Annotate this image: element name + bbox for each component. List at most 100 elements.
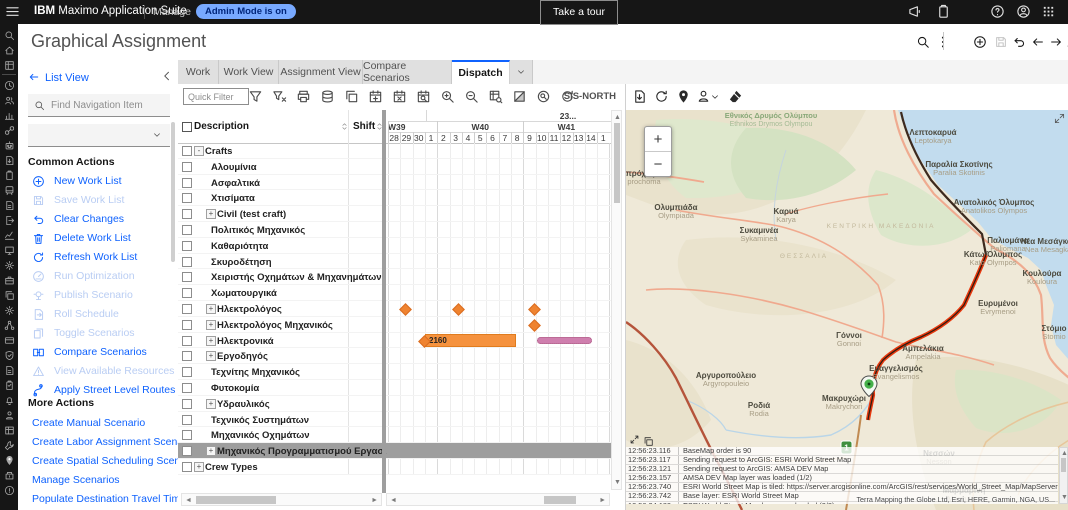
- row-checkbox[interactable]: [182, 351, 192, 361]
- clear-routes-icon[interactable]: [728, 89, 743, 104]
- admin-user-icon[interactable]: [4, 410, 15, 421]
- expand-toggle[interactable]: +: [206, 320, 216, 330]
- row-checkbox[interactable]: [182, 257, 192, 267]
- select-all-checkbox[interactable]: [182, 122, 192, 132]
- schedule-add-icon[interactable]: [368, 89, 383, 104]
- table-row[interactable]: Τεχνικός Συστημάτων: [178, 412, 611, 428]
- network-icon[interactable]: [4, 320, 15, 331]
- copy-log-icon[interactable]: [643, 436, 654, 447]
- task-icon[interactable]: [4, 380, 15, 391]
- tab-assignment-view[interactable]: Assignment View: [279, 60, 363, 84]
- data-stack-icon[interactable]: [320, 89, 335, 104]
- app-grid-icon[interactable]: [4, 60, 15, 71]
- table-row[interactable]: Ασφαλτικά: [178, 175, 611, 191]
- expand-toggle[interactable]: +: [206, 304, 216, 314]
- undo-icon[interactable]: [1012, 35, 1026, 49]
- table-row[interactable]: Χτισίματα: [178, 190, 611, 206]
- search-icon[interactable]: [4, 30, 15, 41]
- table-row[interactable]: Τεχνίτης Μηχανικός: [178, 364, 611, 380]
- row-checkbox[interactable]: [182, 367, 192, 377]
- shift-column-header[interactable]: Shift: [353, 121, 375, 132]
- shield-check-icon[interactable]: [4, 350, 15, 361]
- data-table-icon[interactable]: [4, 425, 15, 436]
- find-work-icon[interactable]: [536, 89, 551, 104]
- report-icon[interactable]: [4, 200, 15, 211]
- assignment-bar[interactable]: [537, 337, 592, 344]
- table-row[interactable]: Αλουμίνια: [178, 159, 611, 175]
- expand-toggle[interactable]: +: [206, 399, 216, 409]
- column-split-handle[interactable]: [382, 110, 386, 493]
- action-clear-changes[interactable]: Clear Changes: [32, 210, 124, 228]
- table-row[interactable]: Φυτοκομία: [178, 380, 611, 396]
- expand-toggle[interactable]: +: [206, 336, 216, 346]
- table-row[interactable]: Χωματουργικά: [178, 285, 611, 301]
- row-checkbox[interactable]: [182, 146, 192, 156]
- list-view-back-link[interactable]: List View: [28, 71, 89, 84]
- map-pin-icon[interactable]: [676, 89, 691, 104]
- action-new-work-list[interactable]: New Work List: [32, 172, 122, 190]
- action-delete-work-list[interactable]: Delete Work List: [32, 229, 131, 247]
- topbar-menu-manage[interactable]: Manage: [153, 6, 191, 18]
- table-row[interactable]: Χειριστής Οχημάτων & Μηχανημάτων: [178, 269, 611, 285]
- admin-mode-badge[interactable]: Admin Mode is on: [196, 4, 296, 19]
- copy-icon[interactable]: [4, 290, 15, 301]
- zoom-out-button[interactable]: −: [645, 152, 671, 176]
- gear-icon[interactable]: [4, 305, 15, 316]
- tool-icon[interactable]: [4, 440, 15, 451]
- table-row[interactable]: +Ηλεκτρολόγος Μηχανικός: [178, 317, 611, 333]
- console-scrollbar[interactable]: ▲ ▼: [1059, 447, 1068, 504]
- row-checkbox[interactable]: [182, 241, 192, 251]
- export-page-icon[interactable]: [632, 89, 647, 104]
- tab-work[interactable]: Work: [178, 60, 219, 84]
- expand-toggle[interactable]: +: [194, 462, 204, 472]
- row-checkbox[interactable]: [182, 383, 192, 393]
- search-icon[interactable]: [916, 35, 930, 49]
- expand-toggle[interactable]: +: [206, 209, 216, 219]
- expand-toggle[interactable]: +: [206, 446, 216, 456]
- table-row[interactable]: Σκυροδέτηση: [178, 254, 611, 270]
- document-icon[interactable]: [4, 365, 15, 376]
- resize-arrows-icon[interactable]: [629, 434, 640, 445]
- more-action-link[interactable]: Manage Scenarios: [32, 471, 120, 489]
- table-row[interactable]: +Civil (test craft): [178, 206, 611, 222]
- export-icon[interactable]: [4, 155, 15, 166]
- settings-icon[interactable]: [4, 260, 15, 271]
- nav-scrollbar[interactable]: [171, 122, 175, 262]
- filter-icon[interactable]: [248, 89, 263, 104]
- row-checkbox[interactable]: [182, 193, 192, 203]
- table-row[interactable]: -Crafts: [178, 143, 611, 159]
- nav-search-input[interactable]: Find Navigation Item: [28, 94, 170, 117]
- description-column-header[interactable]: Description: [194, 121, 249, 132]
- action-apply-street-level-routes[interactable]: Apply Street Level Routes: [32, 381, 175, 399]
- alert-icon[interactable]: [4, 485, 15, 496]
- collapse-toggle[interactable]: -: [194, 146, 204, 156]
- row-checkbox[interactable]: [182, 430, 192, 440]
- filter-clear-icon[interactable]: [272, 89, 287, 104]
- row-checkbox[interactable]: [182, 272, 192, 282]
- line-chart-icon[interactable]: [4, 230, 15, 241]
- clipboard-icon[interactable]: [936, 4, 951, 19]
- briefcase-icon[interactable]: [4, 275, 15, 286]
- row-checkbox[interactable]: [182, 178, 192, 188]
- user-account-icon[interactable]: [1016, 4, 1031, 19]
- dispatcher-user-icon[interactable]: [696, 89, 711, 104]
- monitor-icon[interactable]: [4, 245, 15, 256]
- home-icon[interactable]: [4, 45, 15, 56]
- tab-compare-scenarios[interactable]: Compare Scenarios: [363, 60, 452, 84]
- table-row[interactable]: Καθαριότητα: [178, 238, 611, 254]
- duplicate-icon[interactable]: [344, 89, 359, 104]
- robot-icon[interactable]: [4, 140, 15, 151]
- map-expand-icon[interactable]: [1054, 113, 1065, 124]
- add-circle-icon[interactable]: [973, 35, 987, 49]
- chevron-down-icon[interactable]: [710, 92, 720, 102]
- row-checkbox[interactable]: [182, 162, 192, 172]
- expand-toggle[interactable]: +: [206, 351, 216, 361]
- transport-icon[interactable]: [4, 185, 15, 196]
- timeline-horizontal-scrollbar[interactable]: ◄ ►: [386, 493, 610, 506]
- clipboard-icon[interactable]: [4, 170, 15, 181]
- table-row[interactable]: +Ηλεκτρολόγος: [178, 301, 611, 317]
- bar-chart-icon[interactable]: [4, 110, 15, 121]
- find-resource-icon[interactable]: [488, 89, 503, 104]
- recent-icon[interactable]: [4, 80, 15, 91]
- action-compare-scenarios[interactable]: Compare Scenarios: [32, 343, 147, 361]
